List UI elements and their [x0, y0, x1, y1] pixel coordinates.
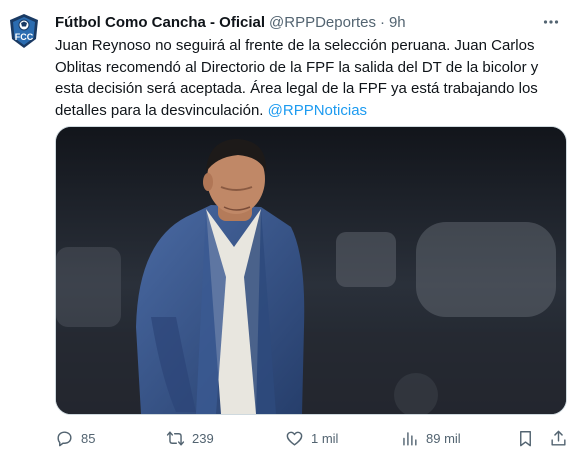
heart-icon	[286, 431, 303, 446]
timestamp[interactable]: 9h	[389, 14, 406, 31]
share-icon	[551, 430, 566, 446]
retweet-button[interactable]: 239	[166, 424, 214, 452]
avatar-logo-text: FCC	[15, 32, 34, 42]
views-button[interactable]: 89 mil	[400, 424, 461, 452]
display-name[interactable]: Fútbol Como Cancha - Oficial	[55, 14, 265, 31]
views-count: 89 mil	[426, 430, 461, 446]
tweet-header: Fútbol Como Cancha - Oficial @RPPDeporte…	[55, 11, 564, 33]
more-icon	[543, 20, 559, 24]
like-count: 1 mil	[311, 430, 339, 446]
reply-count: 85	[81, 430, 96, 446]
user-handle[interactable]: @RPPDeportes	[269, 14, 376, 31]
tweet[interactable]: FCC Fútbol Como Cancha - Oficial @RPPDep…	[0, 0, 580, 457]
reply-icon	[57, 430, 72, 446]
bookmark-button[interactable]	[516, 424, 535, 452]
retweet-icon	[166, 430, 185, 446]
more-options-button[interactable]	[540, 11, 562, 33]
fcc-logo-icon: FCC	[10, 14, 38, 48]
like-button[interactable]: 1 mil	[285, 424, 338, 452]
share-button[interactable]	[549, 424, 568, 452]
avatar[interactable]: FCC	[4, 11, 44, 51]
reply-button[interactable]: 85	[55, 424, 95, 452]
views-icon	[403, 431, 417, 446]
tweet-actions: 85 239 1 mil 89 mil	[55, 424, 570, 452]
tweet-media[interactable]	[55, 126, 567, 415]
separator: ·	[379, 13, 385, 31]
mention-link[interactable]: @RPPNoticias	[268, 102, 367, 119]
retweet-count: 239	[192, 430, 214, 446]
bookmark-icon	[520, 430, 531, 446]
tweet-text: Juan Reynoso no seguirá al frente de la …	[55, 35, 560, 121]
coach-photo	[56, 127, 566, 414]
